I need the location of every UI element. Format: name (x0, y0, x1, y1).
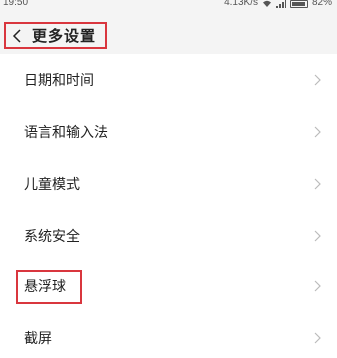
highlight-box (16, 270, 82, 304)
page-title: 更多设置 (32, 27, 97, 45)
settings-group-1: 日期和时间 语言和输入法 (0, 54, 337, 158)
signal-icon (275, 0, 286, 8)
chevron-right-icon (314, 178, 321, 190)
network-speed: 4.13K/s (224, 0, 258, 8)
chevron-right-icon (314, 230, 321, 242)
back-button[interactable]: 更多设置 (4, 22, 107, 49)
setting-item-label: 语言和输入法 (24, 125, 108, 141)
header: 更多设置 (0, 12, 337, 54)
setting-item-label: 日期和时间 (24, 73, 94, 89)
setting-item-kids-mode[interactable]: 儿童模式 (0, 158, 337, 210)
setting-item-screenshot[interactable]: 截屏 (0, 312, 337, 358)
setting-item-label: 系统安全 (24, 229, 80, 245)
setting-item-language-input[interactable]: 语言和输入法 (0, 106, 337, 158)
battery-percent: 82% (311, 0, 332, 8)
setting-item-label: 儿童模式 (24, 177, 80, 193)
status-bar: 19:50 4.13K/s 82% (0, 0, 337, 12)
setting-item-date-time[interactable]: 日期和时间 (0, 54, 337, 106)
chevron-left-icon[interactable] (12, 28, 24, 43)
setting-item-floating-ball[interactable]: 悬浮球 (0, 260, 337, 312)
wifi-icon (262, 0, 271, 7)
settings-group-3: 悬浮球 截屏 (0, 260, 337, 358)
battery-icon (289, 0, 308, 8)
chevron-right-icon (314, 280, 321, 292)
chevron-right-icon (314, 74, 321, 86)
chevron-right-icon (314, 126, 321, 138)
status-indicators: 4.13K/s 82% (224, 0, 332, 8)
settings-group-2: 儿童模式 系统安全 (0, 158, 337, 262)
setting-item-system-security[interactable]: 系统安全 (0, 210, 337, 262)
status-time: 19:50 (3, 0, 29, 8)
chevron-right-icon (314, 332, 321, 344)
setting-item-label: 截屏 (24, 331, 52, 347)
